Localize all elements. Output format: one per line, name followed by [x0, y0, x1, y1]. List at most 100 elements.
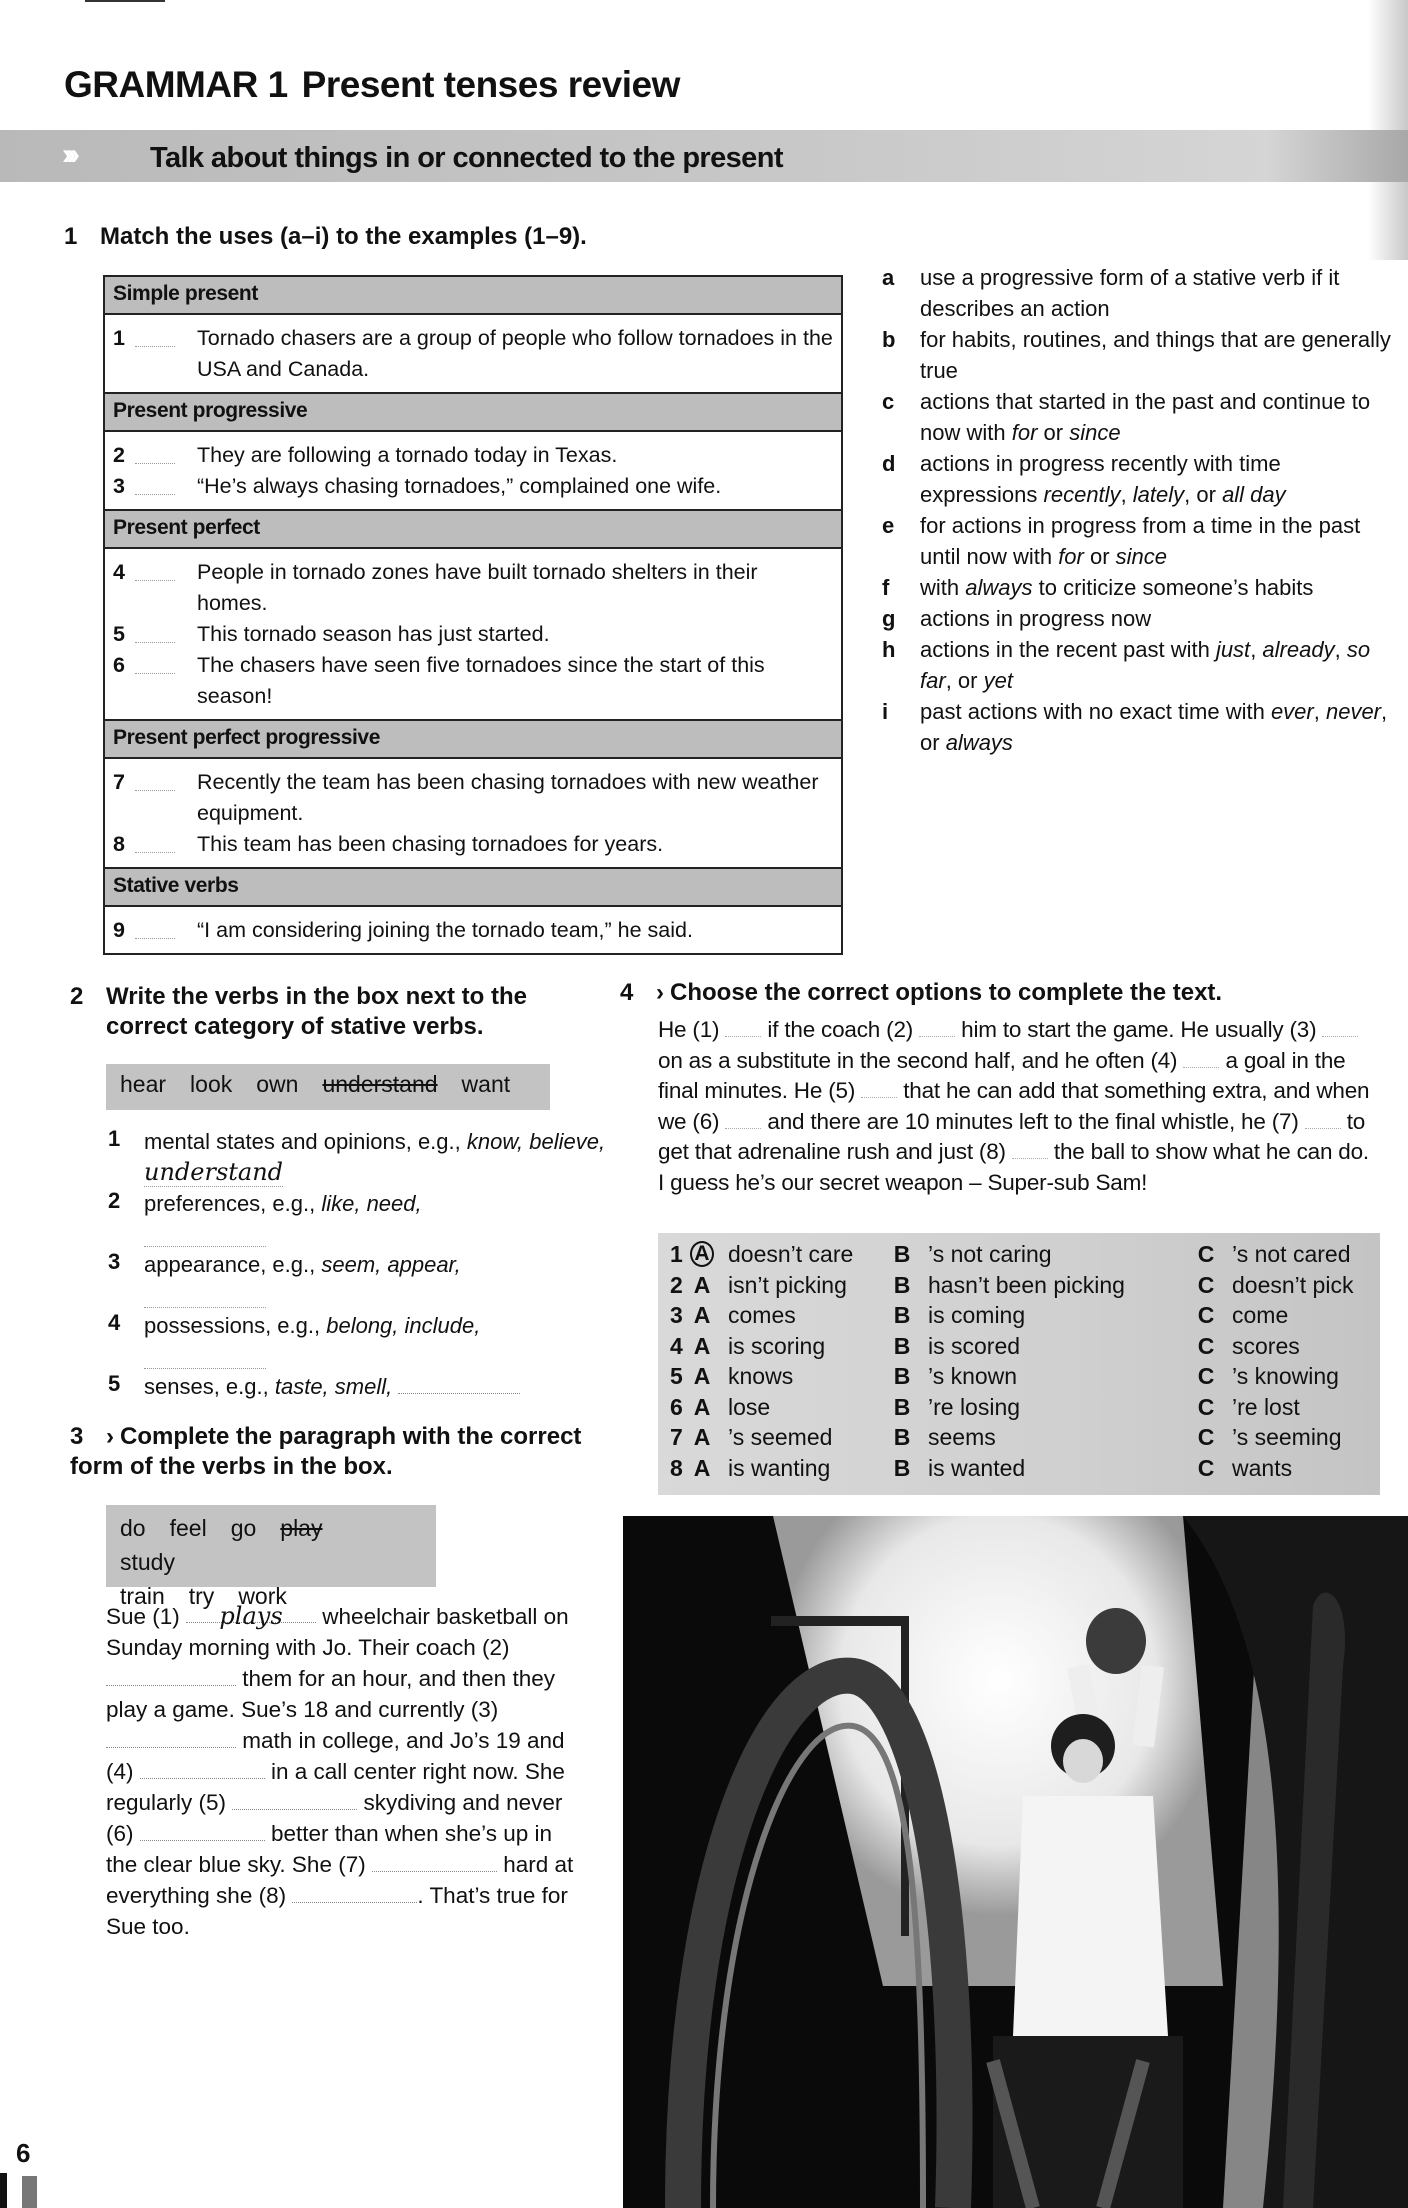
option-letter-b[interactable]: B — [890, 1453, 914, 1484]
exercise-3-heading: 3 › Complete the paragraph with the correc… — [70, 1422, 610, 1482]
example-row: 7 Recently the team has been chasing torn… — [113, 767, 833, 829]
option-letter-a[interactable]: A — [690, 1361, 714, 1392]
option-letter-c[interactable]: C — [1194, 1331, 1218, 1362]
answer-gap[interactable] — [1183, 1048, 1220, 1068]
option-letter-c[interactable]: C — [1194, 1239, 1218, 1270]
answer-gap[interactable] — [292, 1881, 418, 1903]
answer-blank[interactable] — [135, 557, 175, 581]
category-item: 5 senses, e.g., taste, smell, — [108, 1371, 608, 1402]
option-text-c[interactable]: ’s seeming — [1232, 1422, 1368, 1453]
question-number: 5 — [670, 1363, 683, 1389]
option-text-b[interactable]: hasn’t been picking — [928, 1270, 1194, 1301]
box-word: go — [230, 1515, 257, 1541]
box-word: do — [120, 1515, 146, 1541]
option-text-a[interactable]: comes — [728, 1300, 890, 1331]
option-text-b[interactable]: is coming — [928, 1300, 1194, 1331]
option-text-b[interactable]: ’s known — [928, 1361, 1194, 1392]
answer-gap[interactable] — [725, 1017, 762, 1037]
option-letter-c[interactable]: C — [1194, 1270, 1218, 1301]
option-letter-c[interactable]: C — [1194, 1361, 1218, 1392]
answer-blank[interactable] — [135, 915, 175, 939]
option-text-a[interactable]: isn’t picking — [728, 1270, 890, 1301]
answer-gap[interactable] — [919, 1017, 956, 1037]
answer-blank[interactable] — [135, 767, 175, 791]
example-text: The chasers have seen five tornadoes sin… — [197, 653, 765, 708]
answer-line[interactable] — [398, 1372, 521, 1394]
answer-gap[interactable] — [106, 1664, 236, 1686]
category-text: appearance, e.g., seem, appear, — [144, 1249, 608, 1308]
answer-blank[interactable] — [135, 471, 175, 495]
option-letter-a[interactable]: A — [690, 1453, 714, 1484]
use-text: for actions in progress from a time in t… — [920, 513, 1361, 569]
option-letter-b[interactable]: B — [890, 1239, 914, 1270]
answer-line[interactable] — [144, 1219, 266, 1247]
example-number: 7 — [113, 770, 125, 794]
option-text-c[interactable]: come — [1232, 1300, 1368, 1331]
option-text-c[interactable]: ’s not cared — [1232, 1239, 1368, 1270]
option-letter-a[interactable]: A — [690, 1331, 714, 1362]
option-text-a[interactable]: lose — [728, 1392, 890, 1423]
answer-gap[interactable] — [1011, 1139, 1048, 1159]
example-text: “He’s always chasing tornadoes,” complai… — [197, 474, 722, 498]
option-letter-c[interactable]: C — [1194, 1422, 1218, 1453]
option-text-c[interactable]: ’s knowing — [1232, 1361, 1368, 1392]
answer-gap[interactable]: plays — [186, 1601, 317, 1630]
answer-gap[interactable] — [232, 1788, 358, 1810]
option-letter-a[interactable]: A — [690, 1300, 714, 1331]
option-letter-b[interactable]: B — [890, 1361, 914, 1392]
option-text-a[interactable]: doesn’t care — [728, 1239, 890, 1270]
answer-gap[interactable] — [106, 1726, 236, 1748]
answer-gap[interactable] — [139, 1819, 265, 1841]
stative-categories-list: 1 mental states and opinions, e.g., know,… — [108, 1126, 608, 1404]
answer-gap[interactable] — [725, 1109, 762, 1129]
option-text-b[interactable]: seems — [928, 1422, 1194, 1453]
option-row: 6 Alose B ’re losing C ’re lost — [670, 1392, 1368, 1423]
answer-gap[interactable] — [1304, 1109, 1341, 1129]
option-text-c[interactable]: doesn’t pick — [1232, 1270, 1368, 1301]
option-letter-c[interactable]: C — [1194, 1392, 1218, 1423]
option-letter-a[interactable]: A — [690, 1392, 714, 1423]
exercise-number: 2 — [70, 983, 84, 1010]
option-row: 1 Adoesn’t care B ’s not caring C ’s not care… — [670, 1239, 1368, 1270]
answer-blank[interactable] — [135, 829, 175, 853]
option-text-b[interactable]: is scored — [928, 1331, 1194, 1362]
option-letter-a[interactable]: A — [690, 1270, 714, 1301]
option-text-b[interactable]: ’s not caring — [928, 1239, 1194, 1270]
answer-gap[interactable] — [861, 1078, 898, 1098]
answer-gap[interactable] — [139, 1757, 265, 1779]
option-text-b[interactable]: ’re losing — [928, 1392, 1194, 1423]
option-letter-b[interactable]: B — [890, 1300, 914, 1331]
use-item: h actions in the recent past with just, a… — [882, 634, 1392, 696]
option-text-a[interactable]: is wanting — [728, 1453, 890, 1484]
answer-gap[interactable] — [1322, 1017, 1359, 1037]
option-letter-b[interactable]: B — [890, 1392, 914, 1423]
handwritten-answer[interactable]: understand — [144, 1158, 284, 1187]
option-text-c[interactable]: wants — [1232, 1453, 1368, 1484]
answer-blank[interactable] — [135, 440, 175, 464]
option-letter-b[interactable]: B — [890, 1331, 914, 1362]
option-text-a[interactable]: ’s seemed — [728, 1422, 890, 1453]
option-letter-c[interactable]: C — [1194, 1300, 1218, 1331]
use-text: actions that started in the past and con… — [920, 389, 1371, 445]
option-letter-c[interactable]: C — [1194, 1453, 1218, 1484]
option-text-c[interactable]: scores — [1232, 1331, 1368, 1362]
answer-gap[interactable] — [371, 1850, 497, 1872]
category-number: 1 — [108, 1126, 121, 1151]
answer-blank[interactable] — [135, 323, 175, 347]
option-letter-b[interactable]: B — [890, 1270, 914, 1301]
category-label: appearance, e.g., seem, appear, — [144, 1252, 461, 1277]
option-text-a[interactable]: knows — [728, 1361, 890, 1392]
option-text-c[interactable]: ’re lost — [1232, 1392, 1368, 1423]
option-letter-a[interactable]: A — [690, 1422, 714, 1453]
use-letter: b — [882, 327, 896, 352]
example-text: “I am considering joining the tornado te… — [197, 918, 693, 942]
answer-line[interactable] — [144, 1280, 266, 1308]
option-letter-a[interactable]: A — [690, 1241, 714, 1267]
option-row: 8 Ais wanting Bis wanted Cwants — [670, 1453, 1368, 1484]
option-text-a[interactable]: is scoring — [728, 1331, 890, 1362]
answer-blank[interactable] — [135, 650, 175, 674]
option-letter-b[interactable]: B — [890, 1422, 914, 1453]
answer-blank[interactable] — [135, 619, 175, 643]
option-text-b[interactable]: is wanted — [928, 1453, 1194, 1484]
answer-line[interactable] — [144, 1341, 266, 1369]
